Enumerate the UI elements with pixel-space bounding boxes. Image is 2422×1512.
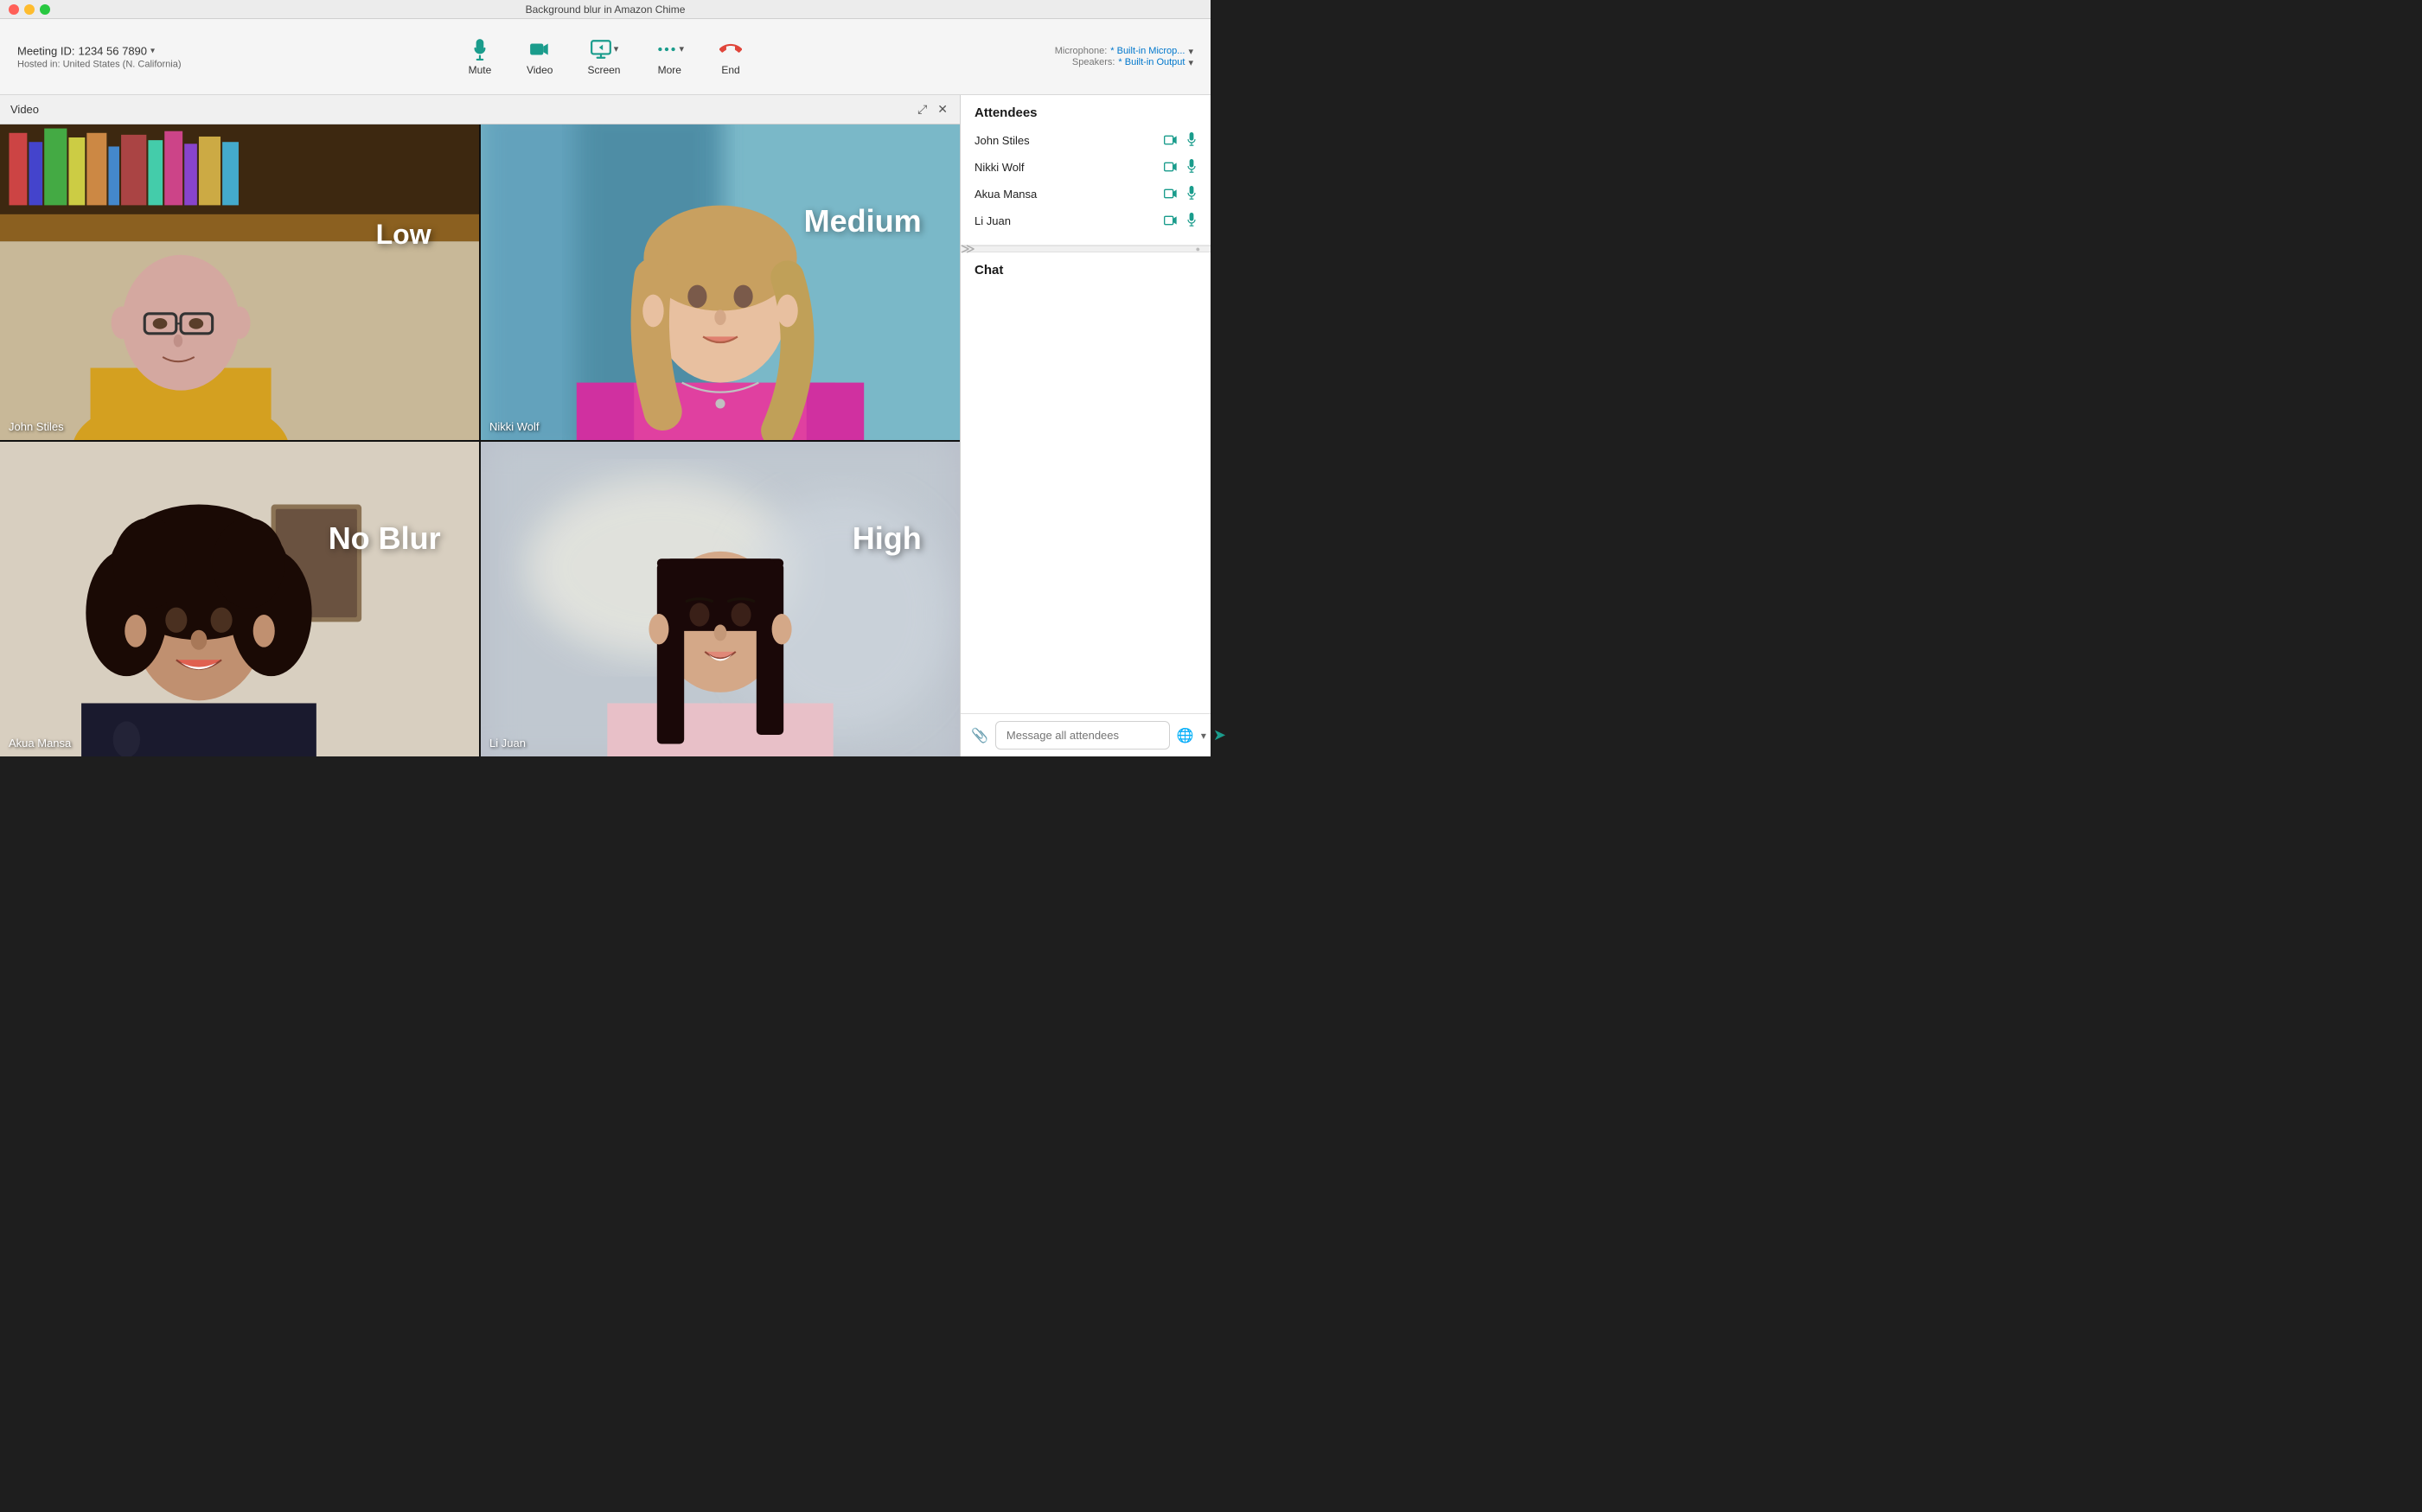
globe-chevron-icon: ▾ [1201,730,1206,742]
chevron-down-icon: ▾ [150,46,155,55]
attendee-row: Akua Mansa [975,181,1197,207]
screen-button[interactable]: ▾ Screen [573,33,634,81]
microphone-label: Microphone: [1055,46,1108,56]
video-header: Video ⤢ ✕ [0,95,960,124]
blur-label-nikki: Medium [804,203,922,239]
mute-icon [469,38,491,61]
meeting-id-label: Meeting ID: [17,44,74,57]
end-call-icon [719,38,742,61]
main-content: Video ⤢ ✕ [0,95,1211,756]
speakers-device-row[interactable]: Speakers: * Built-in Output ▾ [1055,57,1193,68]
video-name-john: John Stiles [9,420,64,433]
end-button[interactable]: End [705,33,757,81]
attendees-section: Attendees John Stiles Nikki Wolf [961,95,1211,246]
more-label: More [658,64,681,76]
attendees-title: Attendees [975,105,1197,120]
blur-label-akua: No Blur [329,520,441,557]
window-title: Background blur in Amazon Chime [526,3,686,16]
mute-label: Mute [469,64,492,76]
mic-icon-akua[interactable] [1186,186,1197,202]
video-icon-nikki[interactable] [1164,161,1178,175]
meeting-id-value: 1234 56 7890 [78,44,147,57]
john-video-bg [0,124,479,440]
video-name-nikki: Nikki Wolf [489,420,540,433]
video-grid: Low John Stiles [0,124,960,756]
chat-action-icons: 🌐 ▾ ➤ [1177,726,1226,744]
toolbar: Meeting ID: 1234 56 7890 ▾ Hosted in: Un… [0,19,1211,95]
end-label: End [721,64,739,76]
meeting-info: Meeting ID: 1234 56 7890 ▾ Hosted in: Un… [17,44,182,69]
maximize-button[interactable] [40,4,50,15]
attendee-row: Li Juan [975,207,1197,234]
globe-icon[interactable]: 🌐 [1177,727,1194,744]
mic-icon-john[interactable] [1186,132,1197,149]
attendee-row: John Stiles [975,127,1197,154]
titlebar: Background blur in Amazon Chime [0,0,1211,19]
akua-video-bg [0,442,479,757]
collapse-icon[interactable]: ≫ [961,240,975,258]
video-header-icons: ⤢ ✕ [916,100,949,118]
window-controls [9,4,50,15]
screen-label: Screen [587,64,620,76]
microphone-value: * Built-in Microp... [1110,46,1185,56]
attendee-icons-lijuan [1164,213,1197,229]
chat-input-area: 📎 🌐 ▾ ➤ [961,713,1211,756]
speakers-label: Speakers: [1072,57,1115,67]
video-name-akua: Akua Mansa [9,737,71,750]
chat-messages [961,284,1211,713]
screen-icon [590,38,612,61]
video-label: Video [527,64,553,76]
resize-handle[interactable]: ≫ ● [961,246,1211,252]
video-name-lijuan: Li Juan [489,737,526,750]
attendee-name-lijuan: Li Juan [975,214,1011,227]
video-button[interactable]: Video [513,33,566,81]
attendee-row: Nikki Wolf [975,154,1197,181]
close-button[interactable] [9,4,19,15]
send-icon[interactable]: ➤ [1213,726,1226,744]
attendee-name-john: John Stiles [975,134,1030,147]
attachment-icon[interactable]: 📎 [971,727,988,744]
attendee-name-nikki: Nikki Wolf [975,161,1025,174]
video-tile-nikki: Medium Nikki Wolf [481,124,960,440]
video-tile-john: Low John Stiles [0,124,479,440]
resize-dot: ● [1196,245,1200,253]
video-panel-title: Video [10,103,39,116]
more-chevron-icon: ▾ [679,43,684,54]
mic-icon-nikki[interactable] [1186,159,1197,175]
attendee-icons-akua [1164,186,1197,202]
video-icon-john[interactable] [1164,134,1178,148]
microphone-device-row[interactable]: Microphone: * Built-in Microp... ▾ [1055,46,1193,57]
blur-label-john: Low [376,219,431,251]
close-video-icon[interactable]: ✕ [936,100,949,118]
meeting-id[interactable]: Meeting ID: 1234 56 7890 ▾ [17,44,182,57]
video-panel: Video ⤢ ✕ [0,95,960,756]
attendee-name-akua: Akua Mansa [975,188,1037,201]
speakers-chevron-icon: ▾ [1188,57,1193,68]
mic-icon-lijuan[interactable] [1186,213,1197,229]
blur-label-lijuan: High [853,520,922,557]
microphone-chevron-icon: ▾ [1188,46,1193,57]
more-icon [655,38,677,61]
video-tile-akua: No Blur Akua Mansa [0,442,479,757]
screen-chevron-icon: ▾ [614,43,619,54]
video-icon-akua[interactable] [1164,188,1178,201]
video-icon-lijuan[interactable] [1164,214,1178,228]
more-button[interactable]: ▾ More [641,33,698,81]
nikki-video-bg [481,124,960,440]
attendee-icons-nikki [1164,159,1197,175]
video-icon [528,38,551,61]
speakers-value: * Built-in Output [1118,57,1185,67]
toolbar-center: Mute Video ▾ Screen [454,33,757,81]
device-info: Microphone: * Built-in Microp... ▾ Speak… [1055,46,1193,68]
video-tile-lijuan: High Li Juan [481,442,960,757]
minimize-button[interactable] [24,4,35,15]
sidebar: Attendees John Stiles Nikki Wolf [960,95,1211,756]
chat-input[interactable] [995,721,1170,750]
chat-section: Chat 📎 🌐 ▾ ➤ [961,252,1211,756]
attendee-icons-john [1164,132,1197,149]
popout-icon[interactable]: ⤢ [916,100,929,118]
lijuan-video-bg [481,442,960,757]
mute-button[interactable]: Mute [454,33,506,81]
meeting-hosted: Hosted in: United States (N. California) [17,59,182,69]
